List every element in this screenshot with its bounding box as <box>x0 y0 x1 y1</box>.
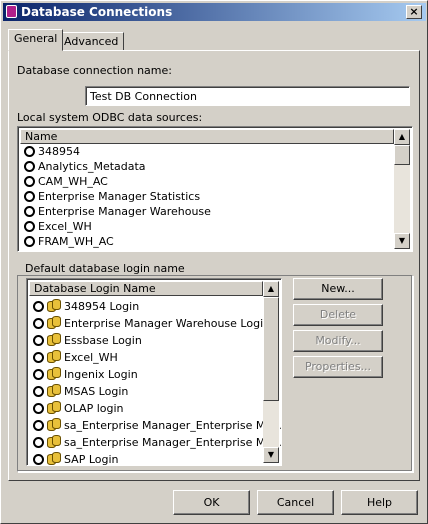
login-label: Excel_WH <box>64 351 118 364</box>
login-label: sa_Enterprise Manager_Enterprise Ma... <box>64 436 282 449</box>
database-icon <box>47 299 61 312</box>
help-button[interactable]: Help <box>341 490 418 515</box>
odbc-source-row[interactable]: Enterprise Manager Warehouse <box>20 204 211 219</box>
login-row[interactable]: sa_Enterprise Manager_Enterprise Ma... <box>29 417 282 434</box>
odbc-sources-label: Local system ODBC data sources: <box>17 111 203 124</box>
login-row[interactable]: Essbase Login <box>29 332 281 349</box>
scroll-down-arrow-icon[interactable]: ▼ <box>394 233 410 249</box>
app-icon <box>6 5 17 18</box>
database-icon <box>47 350 61 363</box>
login-label: SAP Login <box>64 453 119 466</box>
modify-login-button[interactable]: Modify... <box>293 330 383 352</box>
login-row[interactable]: Ingenix Login <box>29 366 281 383</box>
login-label: Ingenix Login <box>64 368 138 381</box>
odbc-source-label: 348954 <box>38 145 80 158</box>
radio-button[interactable] <box>33 335 44 346</box>
login-list[interactable]: Database Login Name 348954 Login Enterpri… <box>26 278 282 466</box>
radio-button[interactable] <box>33 420 44 431</box>
odbc-source-label: Enterprise Manager Warehouse <box>38 205 211 218</box>
radio-button[interactable] <box>33 386 44 397</box>
login-label: sa_Enterprise Manager_Enterprise Ma... <box>64 419 282 432</box>
radio-button[interactable] <box>24 206 35 217</box>
default-login-group-label: Default database login name <box>23 262 187 275</box>
database-icon <box>47 333 61 346</box>
login-label: MSAS Login <box>64 385 129 398</box>
tab-advanced[interactable]: Advanced <box>58 32 125 52</box>
login-rows: 348954 Login Enterprise Manager Warehouse… <box>29 298 282 466</box>
tab-general[interactable]: General <box>8 29 64 51</box>
new-login-button[interactable]: New... <box>293 278 383 300</box>
login-row[interactable]: sa_Enterprise Manager_Enterprise Ma... <box>29 434 282 451</box>
database-icon <box>47 384 61 397</box>
connection-name-label: Database connection name: <box>17 64 172 77</box>
odbc-name-column-header[interactable]: Name <box>20 129 394 144</box>
scroll-thumb[interactable] <box>263 297 279 401</box>
odbc-rows: 348954 Analytics_Metadata CAM_WH_AC Enterpr… <box>20 144 211 249</box>
database-icon <box>47 435 61 448</box>
modify-login-button-label: Modify... <box>315 334 361 347</box>
ok-button[interactable]: OK <box>173 490 250 515</box>
radio-button[interactable] <box>24 221 35 232</box>
connection-name-input[interactable]: Test DB Connection <box>85 86 410 106</box>
new-login-button-label: New... <box>321 282 355 295</box>
login-label: Enterprise Manager Warehouse Login <box>64 317 271 330</box>
radio-button[interactable] <box>33 437 44 448</box>
properties-login-button-label: Properties... <box>304 360 372 373</box>
login-row[interactable]: Excel_WH <box>29 349 281 366</box>
login-row[interactable]: SAP Login <box>29 451 281 466</box>
radio-button[interactable] <box>33 403 44 414</box>
odbc-sources-list[interactable]: Name 348954 Analytics_Metadata CAM_WH_AC En… <box>17 126 413 252</box>
login-row[interactable]: MSAS Login <box>29 383 281 400</box>
odbc-source-row[interactable]: 348954 <box>20 144 211 159</box>
radio-button[interactable] <box>33 318 44 329</box>
radio-button[interactable] <box>24 146 35 157</box>
odbc-scrollbar[interactable]: ▲ ▼ <box>394 129 410 249</box>
login-row[interactable]: Enterprise Manager Warehouse Login <box>29 315 281 332</box>
login-row[interactable]: 348954 Login <box>29 298 281 315</box>
close-button[interactable]: × <box>406 5 422 19</box>
login-label: Essbase Login <box>64 334 142 347</box>
scroll-thumb[interactable] <box>394 145 410 165</box>
title-bar: Database Connections × <box>3 3 426 21</box>
odbc-source-row[interactable]: CAM_WH_AC <box>20 174 211 189</box>
login-row[interactable]: OLAP login <box>29 400 281 417</box>
radio-button[interactable] <box>33 352 44 363</box>
odbc-source-row[interactable]: Enterprise Manager Statistics <box>20 189 211 204</box>
database-icon <box>47 367 61 380</box>
database-icon <box>47 452 61 465</box>
radio-button[interactable] <box>33 454 44 465</box>
radio-button[interactable] <box>33 369 44 380</box>
login-scrollbar[interactable]: ▲ ▼ <box>263 281 279 463</box>
database-icon <box>47 316 61 329</box>
scroll-up-arrow-icon[interactable]: ▲ <box>394 129 410 145</box>
odbc-source-label: Analytics_Metadata <box>38 160 146 173</box>
cancel-button[interactable]: Cancel <box>257 490 334 515</box>
login-label: 348954 Login <box>64 300 140 313</box>
database-icon <box>47 418 61 431</box>
radio-button[interactable] <box>24 236 35 247</box>
radio-button[interactable] <box>24 176 35 187</box>
login-label: OLAP login <box>64 402 124 415</box>
odbc-source-label: CAM_WH_AC <box>38 175 108 188</box>
radio-button[interactable] <box>24 191 35 202</box>
odbc-source-label: FRAM_WH_AC <box>38 235 114 248</box>
scroll-down-arrow-icon[interactable]: ▼ <box>263 447 279 463</box>
delete-login-button[interactable]: Delete <box>293 304 383 326</box>
radio-button[interactable] <box>24 161 35 172</box>
odbc-source-label: Excel_WH <box>38 220 92 233</box>
database-connections-dialog: Database Connections × General Advanced … <box>0 0 428 524</box>
scroll-up-arrow-icon[interactable]: ▲ <box>263 281 279 297</box>
database-icon <box>47 401 61 414</box>
login-name-column-header[interactable]: Database Login Name <box>29 281 263 296</box>
properties-login-button[interactable]: Properties... <box>293 356 383 378</box>
odbc-source-row[interactable]: Excel_WH <box>20 219 211 234</box>
radio-button[interactable] <box>33 301 44 312</box>
window-title: Database Connections <box>21 5 173 19</box>
odbc-source-label: Enterprise Manager Statistics <box>38 190 201 203</box>
delete-login-button-label: Delete <box>319 308 357 321</box>
odbc-source-row[interactable]: Analytics_Metadata <box>20 159 211 174</box>
odbc-source-row[interactable]: FRAM_WH_AC <box>20 234 211 249</box>
